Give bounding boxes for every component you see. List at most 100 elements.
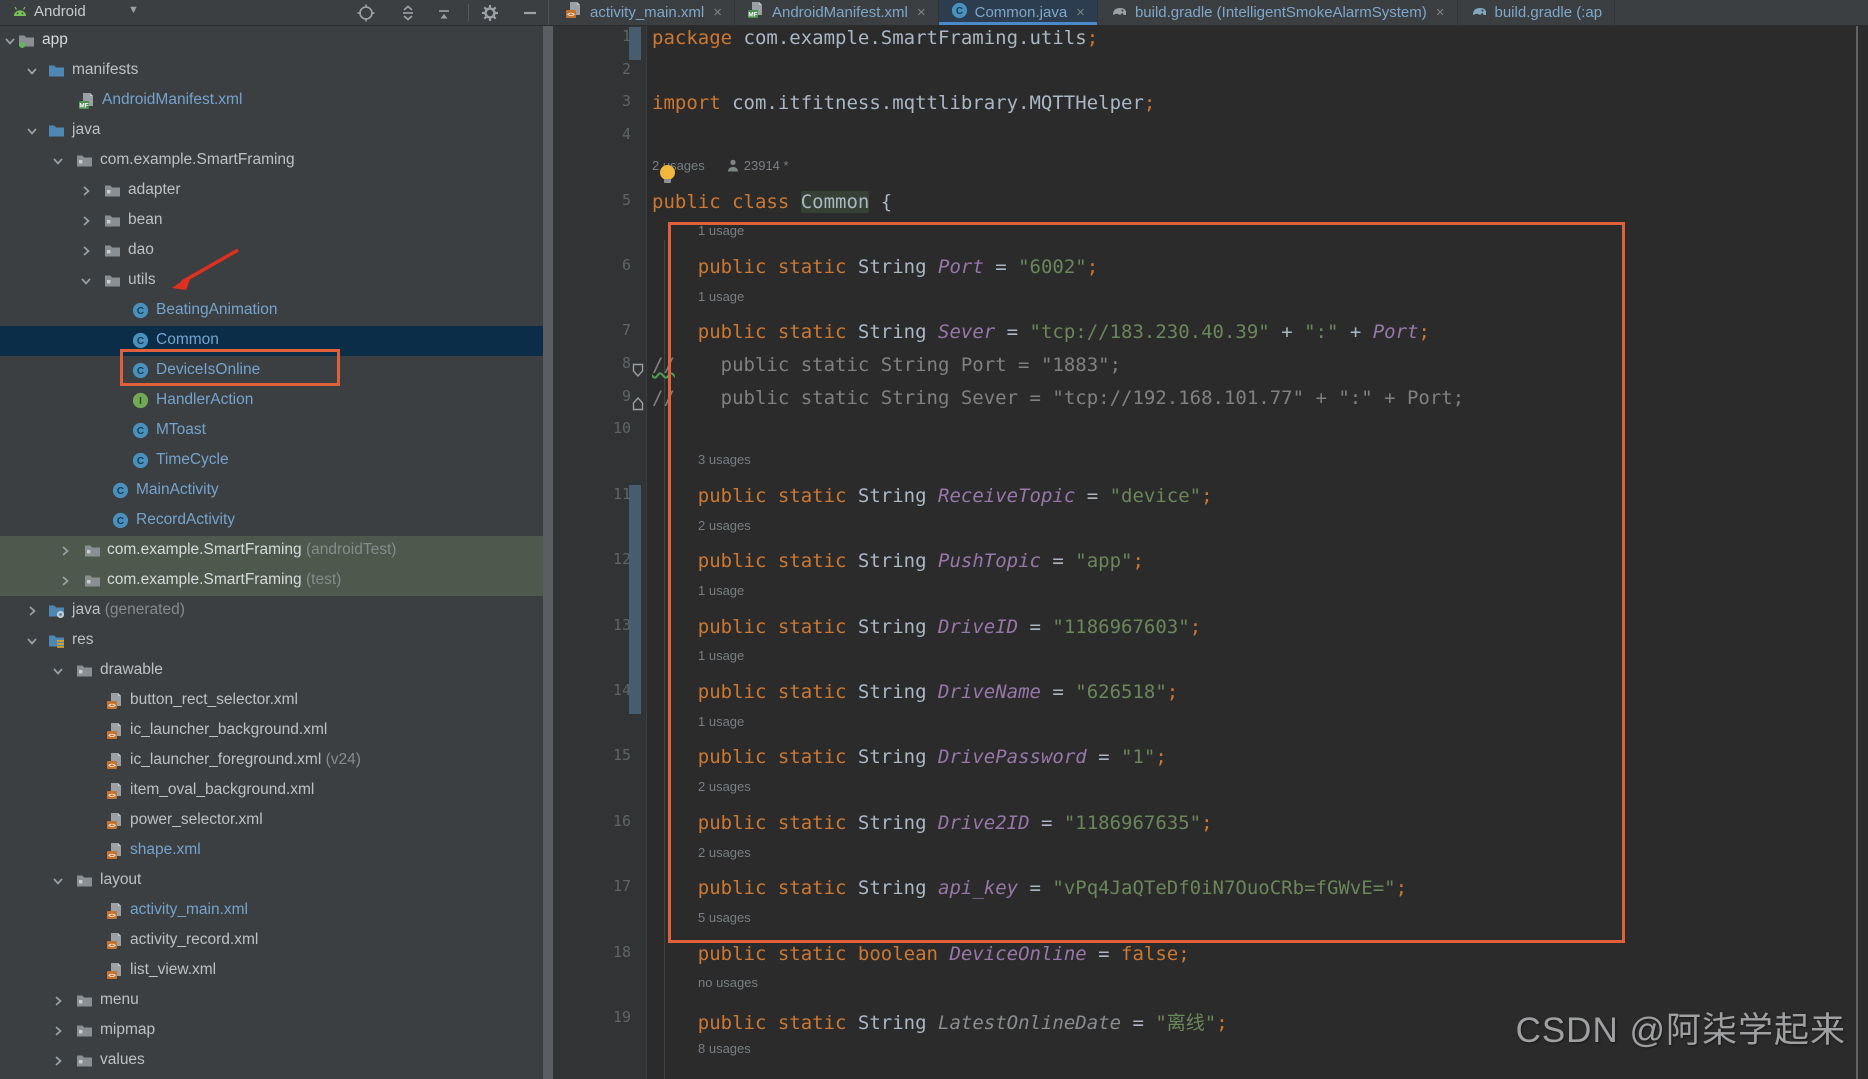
tree-item-utils[interactable]: utils	[0, 266, 543, 296]
usages-hint[interactable]: 3 usages	[698, 452, 751, 485]
line-number[interactable]: 7	[553, 321, 631, 354]
inlay-hint-row[interactable]: 1 usage	[553, 648, 1868, 681]
collapse-all-icon[interactable]	[434, 3, 454, 23]
tree-item-manifests[interactable]: manifests	[0, 56, 543, 86]
chevron-expanded-icon[interactable]	[78, 273, 94, 289]
tab-common-java[interactable]: CCommon.java×	[939, 0, 1098, 25]
line-number[interactable]: 2	[553, 60, 631, 93]
tree-item-java-generated-[interactable]: java (generated)	[0, 596, 543, 626]
locate-icon[interactable]	[356, 3, 376, 23]
tree-item-handleraction[interactable]: IHandlerAction	[0, 386, 543, 416]
inlay-hint-row[interactable]: 1 usage	[553, 289, 1868, 322]
hide-panel-icon[interactable]	[520, 3, 540, 23]
project-view-selector[interactable]: Android	[34, 3, 86, 20]
line-number[interactable]: 8	[553, 354, 631, 387]
code-line-16[interactable]: 16 public static String Drive2ID = "1186…	[553, 812, 1868, 845]
tree-item-button-rect-selector-xml[interactable]: <>button_rect_selector.xml	[0, 686, 543, 716]
line-number[interactable]: 10	[553, 419, 631, 452]
tab-build-gradle-ap[interactable]: build.gradle (:ap	[1458, 0, 1616, 25]
tree-item-androidmanifest-xml[interactable]: MFAndroidManifest.xml	[0, 86, 543, 116]
chevron-collapsed-icon[interactable]	[57, 573, 73, 589]
tree-item-app[interactable]: app	[0, 26, 543, 56]
usages-hint[interactable]: 1 usage	[698, 289, 744, 322]
chevron-expanded-icon[interactable]	[50, 153, 66, 169]
tree-item-common[interactable]: CCommon	[0, 326, 543, 356]
settings-gear-icon[interactable]	[480, 3, 500, 23]
line-number[interactable]: 9	[553, 387, 631, 420]
line-number[interactable]: 17	[553, 877, 631, 910]
inlay-hint-row[interactable]: 2 usages23914 *	[553, 158, 1868, 191]
line-number[interactable]: 19	[553, 1008, 631, 1041]
code-line-9[interactable]: 9// public static String Sever = "tcp://…	[553, 387, 1868, 420]
line-number[interactable]: 12	[553, 550, 631, 583]
chevron-down-icon[interactable]: ▼	[128, 4, 139, 16]
author-hint[interactable]: 23914 *	[727, 158, 789, 173]
tree-item-adapter[interactable]: adapter	[0, 176, 543, 206]
code-editor[interactable]: 1package com.example.SmartFraming.utils;…	[553, 25, 1868, 1079]
inlay-hint-row[interactable]: 5 usages	[553, 910, 1868, 943]
code-line-6[interactable]: 6 public static String Port = "6002";	[553, 256, 1868, 289]
usages-hint[interactable]: 2 usages	[698, 845, 751, 878]
chevron-collapsed-icon[interactable]	[50, 1053, 66, 1069]
tree-item-timecycle[interactable]: CTimeCycle	[0, 446, 543, 476]
line-number[interactable]: 4	[553, 125, 631, 158]
tree-item-res[interactable]: res	[0, 626, 543, 656]
chevron-collapsed-icon[interactable]	[78, 183, 94, 199]
code-line-2[interactable]: 2	[553, 60, 1868, 93]
tree-item-ic-launcher-background-xml[interactable]: <>ic_launcher_background.xml	[0, 716, 543, 746]
line-number[interactable]: 14	[553, 681, 631, 714]
project-tree-scrollbar[interactable]	[543, 25, 553, 1079]
tree-item-mtoast[interactable]: CMToast	[0, 416, 543, 446]
tab-activity-main-xml[interactable]: <>activity_main.xml×	[553, 0, 735, 25]
line-number[interactable]: 11	[553, 485, 631, 518]
chevron-expanded-icon[interactable]	[24, 123, 40, 139]
line-number[interactable]: 13	[553, 616, 631, 649]
close-icon[interactable]: ×	[1436, 4, 1445, 21]
inlay-hint-row[interactable]: 2 usages	[553, 779, 1868, 812]
tree-item-recordactivity[interactable]: CRecordActivity	[0, 506, 543, 536]
inlay-hint-row[interactable]: 1 usage	[553, 583, 1868, 616]
expand-all-icon[interactable]	[398, 3, 418, 23]
tree-item-ic-launcher-foreground-xml-v24-[interactable]: <>ic_launcher_foreground.xml (v24)	[0, 746, 543, 776]
inlay-hint-row[interactable]: 1 usage	[553, 223, 1868, 256]
usages-hint[interactable]: 1 usage	[698, 223, 744, 256]
tree-item-list-view-xml[interactable]: <>list_view.xml	[0, 956, 543, 986]
line-number[interactable]: 5	[553, 191, 631, 224]
tree-item-deviceisonline[interactable]: CDeviceIsOnline	[0, 356, 543, 386]
line-number[interactable]: 3	[553, 92, 631, 125]
inlay-hint-row[interactable]: 2 usages	[553, 518, 1868, 551]
usages-hint[interactable]: 2 usages	[698, 518, 751, 551]
code-line-5[interactable]: 5public class Common {	[553, 191, 1868, 224]
code-line-15[interactable]: 15 public static String DrivePassword = …	[553, 746, 1868, 779]
tree-item-item-oval-background-xml[interactable]: <>item_oval_background.xml	[0, 776, 543, 806]
inlay-hint-row[interactable]: 3 usages	[553, 452, 1868, 485]
tree-item-mainactivity[interactable]: CMainActivity	[0, 476, 543, 506]
code-line-12[interactable]: 12 public static String PushTopic = "app…	[553, 550, 1868, 583]
close-icon[interactable]: ×	[713, 4, 722, 21]
line-number[interactable]: 1	[553, 27, 631, 60]
inlay-hint-row[interactable]: 2 usages	[553, 845, 1868, 878]
chevron-collapsed-icon[interactable]	[78, 243, 94, 259]
tree-item-com-example-smartframing-test-[interactable]: com.example.SmartFraming (test)	[0, 566, 543, 596]
code-line-10[interactable]: 10	[553, 419, 1868, 452]
inlay-hint-row[interactable]: 8 usages	[553, 1041, 1868, 1074]
inlay-hint-row[interactable]: 1 usage	[553, 714, 1868, 747]
tree-item-drawable[interactable]: drawable	[0, 656, 543, 686]
chevron-collapsed-icon[interactable]	[24, 603, 40, 619]
usages-hint[interactable]: 5 usages	[698, 910, 751, 943]
tree-item-beatinganimation[interactable]: CBeatingAnimation	[0, 296, 543, 326]
chevron-expanded-icon[interactable]	[2, 33, 18, 49]
chevron-expanded-icon[interactable]	[50, 663, 66, 679]
chevron-collapsed-icon[interactable]	[78, 213, 94, 229]
tree-item-shape-xml[interactable]: <>shape.xml	[0, 836, 543, 866]
line-number[interactable]: 6	[553, 256, 631, 289]
usages-hint[interactable]: 1 usage	[698, 583, 744, 616]
tree-item-menu[interactable]: menu	[0, 986, 543, 1016]
usages-hint[interactable]: 8 usages	[698, 1041, 751, 1074]
tree-item-com-example-smartframing[interactable]: com.example.SmartFraming	[0, 146, 543, 176]
line-number[interactable]: 15	[553, 746, 631, 779]
tree-item-activity-main-xml[interactable]: <>activity_main.xml	[0, 896, 543, 926]
line-number[interactable]: 16	[553, 812, 631, 845]
code-line-7[interactable]: 7 public static String Sever = "tcp://18…	[553, 321, 1868, 354]
chevron-expanded-icon[interactable]	[50, 873, 66, 889]
